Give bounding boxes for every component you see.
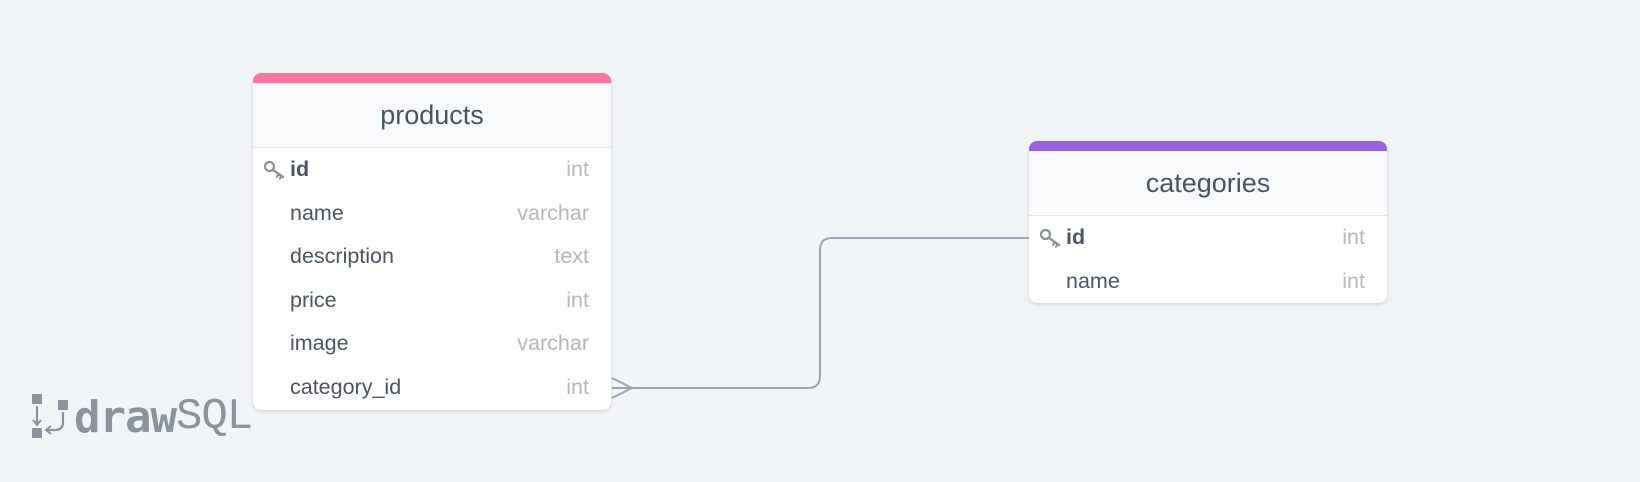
column-row-name[interactable]: name int bbox=[1029, 260, 1387, 304]
column-row-name[interactable]: name varchar bbox=[253, 192, 611, 236]
column-type: int bbox=[1342, 225, 1365, 250]
table-categories[interactable]: categories id int name int bbox=[1029, 141, 1387, 303]
drawsql-logo[interactable]: draw SQL bbox=[30, 391, 253, 443]
relation-line[interactable] bbox=[612, 237, 1029, 389]
key-icon bbox=[1039, 228, 1061, 248]
column-name: category_id bbox=[290, 374, 402, 399]
drawsql-logo-icon bbox=[32, 394, 68, 438]
column-name: image bbox=[290, 331, 349, 356]
column-type: text bbox=[554, 244, 589, 269]
logo-text-draw: draw bbox=[74, 391, 177, 443]
column-row-image[interactable]: image varchar bbox=[253, 322, 611, 366]
column-type: int bbox=[566, 374, 589, 399]
logo-text-sql: SQL bbox=[175, 392, 253, 442]
column-type: int bbox=[1342, 268, 1365, 293]
table-accent-bar bbox=[253, 73, 611, 83]
table-title[interactable]: products bbox=[253, 83, 611, 148]
column-type: int bbox=[566, 157, 589, 182]
column-name: id bbox=[1066, 225, 1086, 250]
column-name: description bbox=[290, 244, 394, 269]
column-row-price[interactable]: price int bbox=[253, 279, 611, 323]
table-title[interactable]: categories bbox=[1029, 151, 1387, 216]
column-type: int bbox=[566, 287, 589, 312]
column-name: name bbox=[290, 200, 344, 225]
column-row-id[interactable]: id int bbox=[253, 148, 611, 192]
key-icon bbox=[263, 160, 285, 180]
table-products[interactable]: products id int name varchar description… bbox=[253, 73, 611, 410]
column-type: varchar bbox=[517, 331, 589, 356]
column-row-description[interactable]: description text bbox=[253, 235, 611, 279]
table-accent-bar bbox=[1029, 141, 1387, 151]
column-row-id[interactable]: id int bbox=[1029, 216, 1387, 260]
column-name: id bbox=[290, 157, 310, 182]
column-name: price bbox=[290, 287, 337, 312]
column-name: name bbox=[1066, 268, 1120, 293]
column-type: varchar bbox=[517, 200, 589, 225]
column-row-category-id[interactable]: category_id int bbox=[253, 366, 611, 410]
crows-foot-many-marker bbox=[611, 377, 635, 399]
